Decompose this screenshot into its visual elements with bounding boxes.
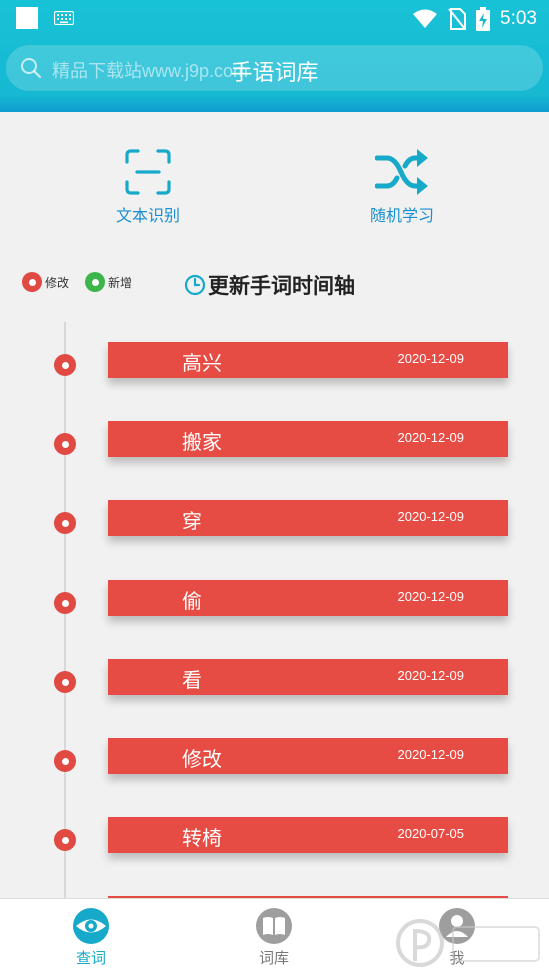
entry-date: 2020-12-09 [397,430,465,445]
entry-word: 偷 [182,589,202,613]
timeline-title: 更新手词时间轴 [208,274,355,298]
entry-word: 看 [182,668,202,692]
timeline-entry: 高兴 2020-12-09 [0,342,549,402]
notification-icon [16,7,38,29]
timeline-entry: 转椅 2020-07-05 [0,817,549,877]
modify-marker [54,829,76,851]
nav-search-tab[interactable]: 查词 [31,907,151,968]
timeline-heading: 更新手词时间轴 [184,270,355,300]
random-learning-button[interactable]: 随机学习 [342,148,462,226]
add-legend-label: 新增 [108,275,133,290]
entry-word: 转椅 [182,826,222,850]
entry-word: 搬家 [182,430,222,454]
timeline-entry: 穿 2020-12-09 [0,500,549,560]
modify-legend-dot [22,272,42,292]
shuffle-icon [375,149,428,195]
clock-icon [184,274,206,296]
entry-date: 2020-12-09 [397,509,465,524]
user-icon [439,908,475,944]
modify-marker [54,750,76,772]
entry-date: 2020-12-09 [397,747,465,762]
entry-date: 2020-12-09 [397,351,465,366]
entry-word: 高兴 [182,351,222,375]
modify-marker [54,671,76,693]
legend: 修改 新增 [22,272,132,292]
timeline-entry: 偷 2020-12-09 [0,580,549,640]
modify-marker [54,592,76,614]
nav-library-label: 词库 [258,949,289,967]
entry-card[interactable]: 修改 2020-12-09 [108,738,508,774]
entry-card[interactable]: 看 2020-12-09 [108,659,508,695]
search-placeholder: 精品下载站www.j9p.com [52,61,249,81]
scan-icon [125,149,171,195]
timeline-entry: 看 2020-12-09 [0,659,549,719]
book-icon [256,908,292,944]
search-bar[interactable]: 精品下载站www.j9p.com [6,45,543,91]
wifi-icon [413,9,438,28]
battery-charging-icon [476,7,491,31]
entry-date: 2020-12-09 [397,668,465,683]
entry-card[interactable]: 转椅 2020-07-05 [108,817,508,853]
entry-word: 修改 [182,747,222,771]
modify-marker [54,512,76,534]
nav-me-tab[interactable]: 我 [397,907,517,968]
text-recognition-button[interactable]: 文本识别 [88,148,208,226]
eye-icon [73,908,109,944]
clock: 5:03 [500,8,537,29]
app-header: 5:03 精品下载站www.j9p.com 手语词库 [0,0,549,112]
entry-card[interactable]: 穿 2020-12-09 [108,500,508,536]
entry-date: 2020-12-09 [397,589,465,604]
entry-card[interactable]: 偷 2020-12-09 [108,580,508,616]
no-sim-icon [448,8,467,30]
modify-marker [54,433,76,455]
entry-card[interactable]: 搬家 2020-12-09 [108,421,508,457]
random-learning-label: 随机学习 [369,206,434,225]
nav-search-label: 查词 [75,949,106,967]
bottom-nav: 查词 词库 我 [0,898,549,977]
nav-library-tab[interactable]: 词库 [214,907,334,968]
timeline-entry: 修改 2020-12-09 [0,738,549,798]
entry-date: 2020-07-05 [397,826,465,841]
modify-legend-label: 修改 [45,275,70,290]
search-icon [21,58,42,79]
timeline-entry: 搬家 2020-12-09 [0,421,549,481]
text-recognition-label: 文本识别 [115,206,180,225]
entry-card[interactable]: 高兴 2020-12-09 [108,342,508,378]
entry-word: 穿 [182,509,202,533]
modify-marker [54,354,76,376]
add-legend-dot [85,272,106,292]
keyboard-icon [54,11,74,25]
nav-me-label: 我 [449,949,465,967]
status-bar: 5:03 [0,0,549,38]
